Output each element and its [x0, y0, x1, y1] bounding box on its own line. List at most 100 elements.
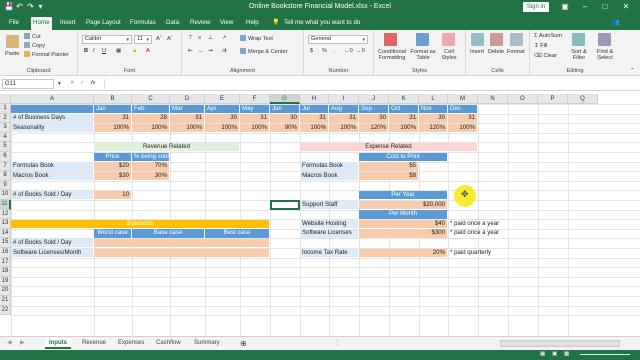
seasonality-cell[interactable]: 100% — [205, 123, 239, 133]
align-center-icon[interactable]: ↔ — [198, 48, 204, 55]
currency-button[interactable]: $ — [310, 48, 313, 55]
seasonality-cell[interactable]: 120% — [359, 123, 388, 133]
month-header-feb[interactable]: Feb — [132, 104, 169, 114]
macros-cost-cell[interactable]: $8 — [359, 171, 418, 181]
sheet-tab-summary[interactable]: Summary — [190, 338, 224, 349]
business-days-cell[interactable]: 30 — [419, 114, 447, 123]
cell-styles-button[interactable]: Cell Styles — [438, 49, 460, 61]
tab-page-layout[interactable]: Page Layout — [84, 17, 123, 30]
seasonality-cell[interactable]: 100% — [170, 123, 204, 133]
worksheet-grid[interactable]: A B C D E F G H I J K L M N O P Q 1 2 3 4 5 6 7 8 9 10 11 12 13 14 15 16… — [0, 94, 640, 336]
add-sheet-icon[interactable]: ⊕ — [236, 338, 251, 349]
scroll-left-icon[interactable]: ◀ — [3, 338, 16, 349]
column-header-q[interactable]: Q — [568, 94, 598, 104]
find-select-button[interactable]: Find & Select — [594, 49, 616, 61]
increase-decimal-icon[interactable]: ←0 — [344, 48, 353, 55]
column-header-o[interactable]: O — [508, 94, 538, 104]
close-button[interactable]: ✕ — [619, 1, 633, 13]
sheet-tab-cashflow[interactable]: Cashflow — [152, 338, 185, 349]
formulas-cost-cell[interactable]: $5 — [359, 162, 418, 171]
seasonality-cell[interactable]: 100% — [240, 123, 269, 133]
business-days-cell[interactable]: 31 — [240, 114, 269, 123]
pct-sold-header[interactable]: % being sold — [132, 152, 169, 162]
row-header-15[interactable]: 15 — [0, 238, 11, 248]
tab-review[interactable]: Review — [188, 17, 212, 30]
format-button[interactable]: Format — [507, 49, 525, 56]
income-tax-rate-cell[interactable]: 20% — [359, 248, 447, 258]
row-header-9[interactable]: 9 — [0, 180, 11, 191]
tab-home[interactable]: Home — [31, 17, 52, 30]
align-right-icon[interactable]: ⇥ — [208, 48, 213, 55]
fill-color-icon[interactable]: ▲ — [132, 48, 138, 55]
column-header-g[interactable]: G — [270, 94, 300, 104]
worst-case-header[interactable]: Worst case — [94, 229, 131, 238]
normal-view-icon[interactable]: ▦ — [540, 351, 545, 357]
insert-function-icon[interactable]: fx — [91, 80, 95, 87]
seasonality-cell[interactable]: 100% — [448, 123, 477, 133]
website-hosting-cost-cell[interactable]: $40 — [359, 219, 447, 229]
column-header-m[interactable]: M — [448, 94, 478, 104]
maximize-button[interactable]: □ — [598, 1, 612, 13]
support-staff-cost-cell[interactable]: $20,000 — [359, 200, 447, 210]
row-header-2[interactable]: 2 — [0, 113, 11, 124]
tab-split-icon[interactable]: ⋮ — [330, 338, 344, 349]
italic-button[interactable]: I — [93, 48, 95, 55]
conditional-formatting-button[interactable]: Conditional Formatting — [376, 49, 408, 61]
row-header-10[interactable]: 10 — [0, 190, 11, 200]
month-header-aug[interactable]: Aug — [329, 104, 358, 114]
name-box[interactable]: G11 — [2, 79, 54, 89]
collapse-ribbon-icon[interactable]: ⌃ — [630, 68, 635, 75]
per-month-header[interactable]: Per Month — [359, 210, 447, 219]
delete-button[interactable]: Delete — [488, 49, 504, 56]
macros-price-cell[interactable]: $30 — [94, 171, 131, 181]
sheet-tab-revenue[interactable]: Revenue — [78, 338, 110, 349]
website-hosting-note[interactable]: * paid once a year — [448, 220, 537, 229]
column-header-e[interactable]: E — [205, 94, 240, 104]
month-header-jul[interactable]: Jul — [300, 104, 328, 114]
website-hosting-label[interactable]: Website Hosting — [300, 219, 358, 229]
row-header-5[interactable]: 5 — [0, 142, 11, 152]
select-all-corner[interactable] — [0, 94, 11, 104]
autosum-button[interactable]: Σ AutoSum — [534, 33, 562, 40]
business-days-cell[interactable]: 31 — [170, 114, 204, 123]
font-size-select[interactable]: 11 ▼ — [134, 35, 152, 44]
software-note[interactable]: * paid once a year — [448, 229, 537, 238]
fill-button[interactable]: ↧ Fill — [534, 43, 547, 50]
sheet-tab-inputs[interactable]: Inputs — [45, 338, 71, 349]
row-header-18[interactable]: 18 — [0, 267, 11, 277]
month-header-nov[interactable]: Nov — [419, 104, 447, 114]
business-days-cell[interactable]: 31 — [329, 114, 358, 123]
formulas-book-label[interactable]: Formulas Book — [11, 162, 93, 171]
seasonality-cell[interactable]: 120% — [419, 123, 447, 133]
month-header-dec[interactable]: Dec — [448, 104, 477, 114]
underline-button[interactable]: U — [102, 48, 106, 55]
orientation-icon[interactable]: ↗ — [222, 35, 227, 42]
row-header-1[interactable]: 1 — [0, 104, 11, 114]
row-header-8[interactable]: 8 — [0, 171, 11, 181]
revenue-related-header[interactable]: Revenue Related — [94, 142, 239, 152]
scenario-software-label[interactable]: Software Licenses/Month — [11, 248, 93, 258]
macros-book-label[interactable]: Macros Book — [11, 171, 93, 181]
clear-button[interactable]: ⌫ Clear — [534, 53, 557, 60]
copy-button[interactable]: Copy — [24, 42, 45, 50]
cut-button[interactable]: Cut — [24, 33, 41, 41]
row-header-4[interactable]: 4 — [0, 132, 11, 143]
formula-input[interactable] — [104, 79, 632, 89]
borders-icon[interactable]: ▦ — [116, 48, 121, 55]
tab-file[interactable]: File — [7, 17, 21, 30]
business-days-cell[interactable]: 30 — [270, 114, 299, 123]
align-middle-icon[interactable]: ≡ — [198, 35, 201, 42]
align-bottom-icon[interactable]: ⊥ — [208, 35, 213, 42]
row-header-20[interactable]: 20 — [0, 286, 11, 296]
increase-font-icon[interactable]: Aˆ — [156, 36, 162, 43]
scroll-right-icon[interactable]: ▶ — [16, 338, 29, 349]
row-header-22[interactable]: 22 — [0, 305, 11, 316]
scenario-books-sold-label[interactable]: # of Books Sold / Day — [11, 238, 93, 248]
format-painter-button[interactable]: Format Painter — [24, 51, 69, 59]
column-header-a[interactable]: A — [11, 94, 94, 104]
row-header-14[interactable]: 14 — [0, 228, 11, 239]
paste-icon[interactable] — [6, 35, 19, 48]
merge-center-button[interactable]: Merge & Center — [240, 48, 287, 56]
font-name-select[interactable]: Calibri ▼ — [82, 35, 132, 44]
zoom-slider[interactable] — [580, 354, 630, 355]
